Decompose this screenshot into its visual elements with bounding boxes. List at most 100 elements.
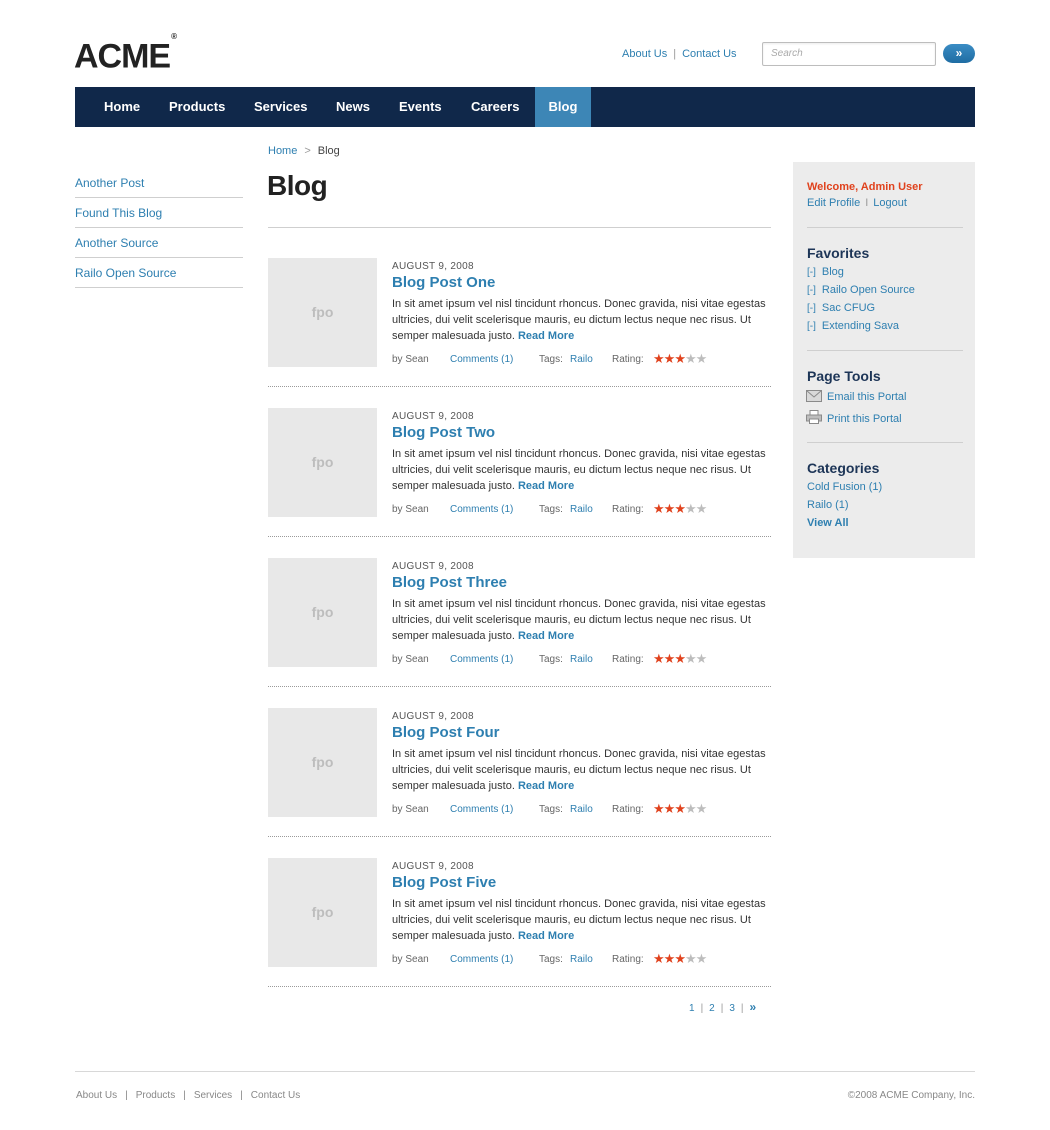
post-title[interactable]: Blog Post One <box>392 274 495 291</box>
next-page-icon[interactable]: » <box>750 1000 757 1014</box>
star-icon[interactable]: ★ <box>674 501 686 516</box>
pager-sep: | <box>720 1003 724 1014</box>
star-icon[interactable]: ★ <box>685 801 697 816</box>
star-icon[interactable]: ★ <box>664 801 676 816</box>
star-icon[interactable]: ★ <box>653 351 665 366</box>
left-nav-item[interactable]: Another Source <box>75 228 243 258</box>
post-date: AUGUST 9, 2008 <box>392 711 474 722</box>
post-thumbnail[interactable]: fpo <box>268 408 377 517</box>
post-thumbnail[interactable]: fpo <box>268 858 377 967</box>
read-more-link[interactable]: Read More <box>518 630 574 642</box>
post-thumbnail[interactable]: fpo <box>268 708 377 817</box>
rating-stars[interactable]: ★★★★★ <box>653 501 708 517</box>
search-button[interactable]: » <box>943 44 975 63</box>
comments-link[interactable]: Comments (1) <box>450 504 513 515</box>
nav-products[interactable]: Products <box>169 87 225 127</box>
collapse-icon: [-] <box>807 267 816 278</box>
post-title[interactable]: Blog Post Two <box>392 424 495 441</box>
star-icon[interactable]: ★ <box>685 351 697 366</box>
footer-contact-link[interactable]: Contact Us <box>251 1090 300 1101</box>
post-thumbnail[interactable]: fpo <box>268 558 377 667</box>
post-author: by Sean <box>392 654 429 665</box>
edit-profile-link[interactable]: Edit Profile <box>807 197 860 209</box>
star-icon[interactable]: ★ <box>696 351 708 366</box>
star-icon[interactable]: ★ <box>696 651 708 666</box>
read-more-link[interactable]: Read More <box>518 480 574 492</box>
search-input[interactable]: Search <box>762 42 936 66</box>
tag-link[interactable]: Railo <box>570 354 593 365</box>
read-more-link[interactable]: Read More <box>518 780 574 792</box>
star-icon[interactable]: ★ <box>653 951 665 966</box>
tag-link[interactable]: Railo <box>570 654 593 665</box>
star-icon[interactable]: ★ <box>685 501 697 516</box>
star-icon[interactable]: ★ <box>674 801 686 816</box>
post-title[interactable]: Blog Post Three <box>392 574 507 591</box>
comments-link[interactable]: Comments (1) <box>450 654 513 665</box>
category-link[interactable]: Cold Fusion (1) <box>807 481 882 493</box>
star-icon[interactable]: ★ <box>664 351 676 366</box>
nav-events[interactable]: Events <box>399 87 442 127</box>
comments-link[interactable]: Comments (1) <box>450 804 513 815</box>
star-icon[interactable]: ★ <box>674 651 686 666</box>
left-nav-item[interactable]: Railo Open Source <box>75 258 243 288</box>
pagination: 1 | 2 | 3 | » <box>689 1000 756 1014</box>
rating-stars[interactable]: ★★★★★ <box>653 801 708 817</box>
favorite-item[interactable]: [-] Blog <box>807 266 844 278</box>
favorite-item[interactable]: [-] Extending Sava <box>807 320 899 332</box>
star-icon[interactable]: ★ <box>696 501 708 516</box>
breadcrumb-home[interactable]: Home <box>268 145 297 157</box>
favorite-label: Railo Open Source <box>821 284 915 296</box>
comments-link[interactable]: Comments (1) <box>450 354 513 365</box>
acme-logo[interactable]: ACME® <box>74 32 177 73</box>
logout-link[interactable]: Logout <box>873 197 907 209</box>
rating-stars[interactable]: ★★★★★ <box>653 951 708 967</box>
read-more-link[interactable]: Read More <box>518 930 574 942</box>
post-title[interactable]: Blog Post Five <box>392 874 496 891</box>
left-nav-item[interactable]: Another Post <box>75 168 243 198</box>
star-icon[interactable]: ★ <box>696 801 708 816</box>
star-icon[interactable]: ★ <box>664 501 676 516</box>
read-more-link[interactable]: Read More <box>518 330 574 342</box>
breadcrumb: Home > Blog <box>268 145 340 157</box>
tag-link[interactable]: Railo <box>570 504 593 515</box>
left-nav-item[interactable]: Found This Blog <box>75 198 243 228</box>
rating-stars[interactable]: ★★★★★ <box>653 351 708 367</box>
email-portal-link[interactable]: Email this Portal <box>806 390 906 403</box>
star-icon[interactable]: ★ <box>685 951 697 966</box>
page-link-2[interactable]: 2 <box>709 1003 715 1014</box>
nav-news[interactable]: News <box>336 87 370 127</box>
star-icon[interactable]: ★ <box>653 501 665 516</box>
tag-link[interactable]: Railo <box>570 954 593 965</box>
nav-home[interactable]: Home <box>104 87 140 127</box>
star-icon[interactable]: ★ <box>674 351 686 366</box>
category-link[interactable]: Railo (1) <box>807 499 849 511</box>
blog-post: fpo AUGUST 9, 2008 Blog Post One In sit … <box>268 258 771 408</box>
star-icon[interactable]: ★ <box>653 801 665 816</box>
star-icon[interactable]: ★ <box>685 651 697 666</box>
view-all-categories-link[interactable]: View All <box>807 517 849 529</box>
page-link-3[interactable]: 3 <box>729 1003 735 1014</box>
footer-products-link[interactable]: Products <box>136 1090 175 1101</box>
star-icon[interactable]: ★ <box>653 651 665 666</box>
star-icon[interactable]: ★ <box>674 951 686 966</box>
nav-services[interactable]: Services <box>254 87 308 127</box>
title-divider <box>268 227 771 228</box>
nav-careers[interactable]: Careers <box>471 87 519 127</box>
post-title[interactable]: Blog Post Four <box>392 724 500 741</box>
star-icon[interactable]: ★ <box>664 651 676 666</box>
favorite-item[interactable]: [-] Railo Open Source <box>807 284 915 296</box>
post-thumbnail[interactable]: fpo <box>268 258 377 367</box>
star-icon[interactable]: ★ <box>664 951 676 966</box>
nav-blog[interactable]: Blog <box>535 87 591 127</box>
footer-about-link[interactable]: About Us <box>76 1090 117 1101</box>
page-link-1[interactable]: 1 <box>689 1003 695 1014</box>
tag-link[interactable]: Railo <box>570 804 593 815</box>
contact-us-link[interactable]: Contact Us <box>682 48 736 60</box>
about-us-link[interactable]: About Us <box>622 48 667 60</box>
rating-stars[interactable]: ★★★★★ <box>653 651 708 667</box>
favorite-item[interactable]: [-] Sac CFUG <box>807 302 875 314</box>
comments-link[interactable]: Comments (1) <box>450 954 513 965</box>
footer-services-link[interactable]: Services <box>194 1090 232 1101</box>
print-portal-link[interactable]: Print this Portal <box>806 410 902 425</box>
star-icon[interactable]: ★ <box>696 951 708 966</box>
